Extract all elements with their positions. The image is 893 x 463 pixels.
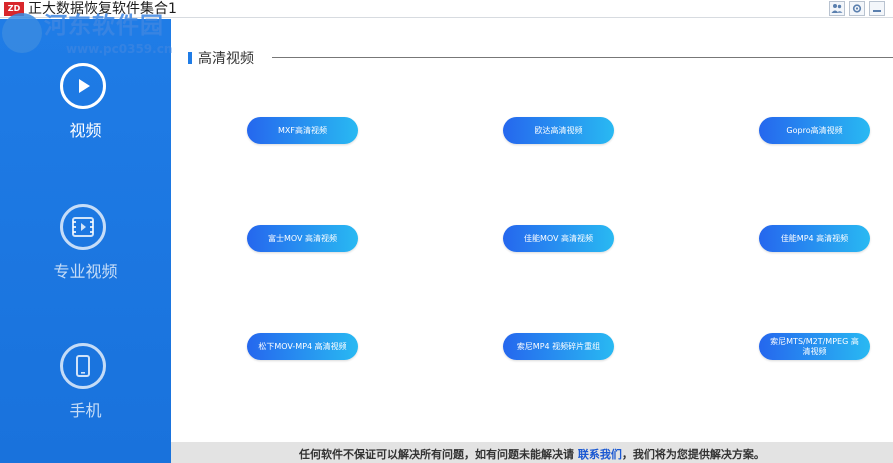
canon-mov-button[interactable]: 佳能MOV 高清视频: [503, 225, 614, 252]
footer-text-after: ，我们将为您提供解决方案。: [621, 448, 765, 461]
settings-icon[interactable]: [849, 1, 865, 16]
ouda-video-button[interactable]: 欧达高清视频: [503, 117, 614, 144]
film-icon: [60, 204, 106, 250]
users-icon[interactable]: [829, 1, 845, 16]
sidebar-item-video[interactable]: 视频: [0, 63, 171, 173]
play-icon: [60, 63, 106, 109]
footer-notice: 任何软件不保证可以解决所有问题，如有问题未能解决请 联系我们，我们将为您提供解决…: [299, 446, 765, 462]
sidebar-item-label: 视频: [69, 121, 102, 140]
contact-us-link[interactable]: 联系我们: [578, 448, 622, 461]
sony-mts-m2t-mpeg-button[interactable]: 索尼MTS/M2T/MPEG 高清视频: [759, 333, 870, 360]
phone-icon: [60, 343, 106, 389]
panasonic-mov-mp4-button[interactable]: 松下MOV-MP4 高清视频: [247, 333, 358, 360]
mxf-video-button[interactable]: MXF高清视频: [247, 117, 358, 144]
sidebar: 视频 专业视频 手机: [0, 19, 171, 463]
fuji-mov-button[interactable]: 富士MOV 高清视频: [247, 225, 358, 252]
watermark-brand: 河东软件园: [44, 12, 164, 39]
minimize-icon[interactable]: [869, 1, 885, 16]
sidebar-item-label: 专业视频: [53, 262, 118, 281]
sony-mp4-fragment-button[interactable]: 索尼MP4 视频碎片重组: [503, 333, 614, 360]
footer: 任何软件不保证可以解决所有问题，如有问题未能解决请 联系我们，我们将为您提供解决…: [171, 442, 893, 463]
footer-text-before: 任何软件不保证可以解决所有问题，如有问题未能解决请: [299, 448, 578, 461]
section-title: 高清视频: [198, 51, 254, 67]
canon-mp4-button[interactable]: 佳能MP4 高清视频: [759, 225, 870, 252]
sidebar-item-phone[interactable]: 手机: [0, 343, 171, 453]
sidebar-item-pro-video[interactable]: 专业视频: [0, 204, 171, 314]
section-divider: [272, 57, 893, 58]
window-controls: [829, 1, 885, 16]
watermark-url: www.pc0359.cn: [66, 42, 173, 56]
section-marker: [188, 52, 192, 64]
sidebar-item-label: 手机: [69, 401, 102, 420]
watermark-logo-icon: [2, 13, 42, 53]
gopro-video-button[interactable]: Gopro高清视频: [759, 117, 870, 144]
